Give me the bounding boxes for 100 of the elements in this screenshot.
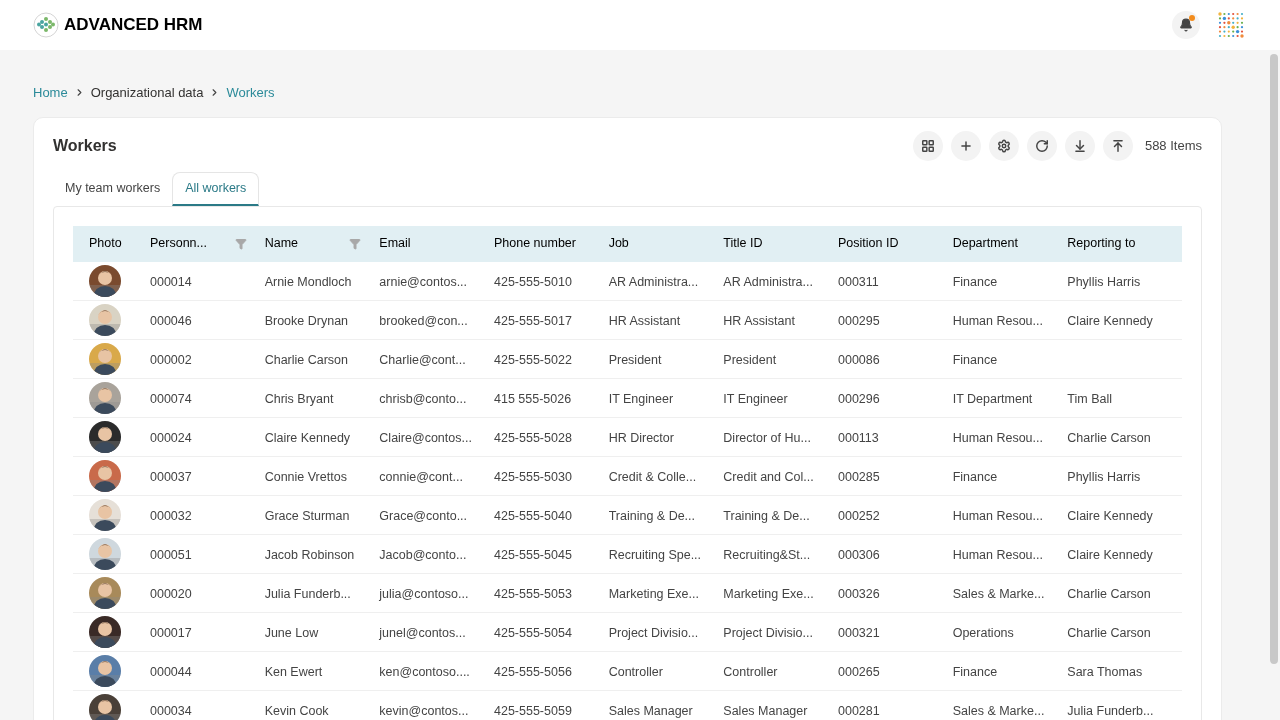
notifications-button[interactable]: [1172, 11, 1200, 39]
column-header[interactable]: Photo: [89, 234, 122, 253]
table-row[interactable]: 000051 Jacob Robinson Jacob@conto... 425-555-5045 Recruiting Spe... Recruiting&St... 000306 Human Resou... Claire Kennedy: [73, 534, 1182, 574]
table-cell: Marketing Exe...: [608, 586, 699, 601]
table-cell: 000034: [150, 703, 192, 718]
table-cell: Operations: [952, 625, 1014, 640]
table-cell: 000252: [838, 508, 880, 523]
table-cell: 000285: [838, 469, 880, 484]
table-cell: 000086: [838, 352, 880, 367]
table-cell: Finance: [952, 274, 998, 289]
table-cell: connie@cont...: [379, 469, 463, 484]
table-row[interactable]: 000046 Brooke Drynan brooked@con... 425-555-5017 HR Assistant HR Assistant 000295 Human Resou... Claire Kennedy: [73, 300, 1182, 340]
table-row[interactable]: 000044 Ken Ewert ken@contoso.... 425-555-5056 Controller Controller 000265 Finance Sara Thomas: [73, 651, 1182, 691]
table-cell: Julia Funderb...: [264, 586, 351, 601]
table-cell: Claire@contos...: [379, 430, 472, 445]
table-cell: Human Resou...: [952, 313, 1043, 328]
table-cell: chrisb@conto...: [379, 391, 467, 406]
table-cell: Charlie Carson: [1067, 430, 1151, 445]
table-cell: 000014: [150, 274, 192, 289]
bell-icon: [1179, 18, 1193, 32]
table-cell: Jacob@conto...: [379, 547, 467, 562]
scrollbar[interactable]: [1270, 54, 1278, 664]
table-row[interactable]: 000074 Chris Bryant chrisb@conto... 415 555-5026 IT Engineer IT Engineer 000296 IT Department Tim Ball: [73, 378, 1182, 418]
table-cell: 425-555-5056: [494, 664, 572, 679]
refresh-button[interactable]: [1026, 130, 1057, 161]
column-header[interactable]: Phone number: [494, 234, 576, 253]
table-row[interactable]: 000014 Arnie Mondloch arnie@contos... 425-555-5010 AR Administra... AR Administra... 000311 Finance Phyllis Harris: [73, 261, 1182, 301]
table-cell: 000020: [150, 586, 192, 601]
table-cell: Recruiting Spe...: [608, 547, 702, 562]
table-cell: June Low: [264, 625, 319, 640]
table-cell: Human Resou...: [952, 547, 1043, 562]
breadcrumb-link[interactable]: Workers: [226, 83, 275, 103]
add-button[interactable]: [950, 130, 981, 161]
table-cell: 000046: [150, 313, 192, 328]
table-cell: Sales & Marke...: [952, 586, 1045, 601]
table-cell: Phyllis Harris: [1067, 274, 1141, 289]
table-row[interactable]: 000020 Julia Funderb... julia@contoso... 425-555-5053 Marketing Exe... Marketing Exe... 000326 Sales & Marke... Charlie Carson: [73, 573, 1182, 613]
table-cell: Jacob Robinson: [264, 547, 355, 562]
settings-button[interactable]: [988, 130, 1019, 161]
column-header[interactable]: Reporting to: [1067, 234, 1136, 253]
table-cell: 425-555-5010: [494, 274, 572, 289]
column-header[interactable]: Email: [379, 234, 411, 253]
table-cell: 425-555-5040: [494, 508, 572, 523]
column-header[interactable]: Department: [952, 234, 1018, 253]
app-name: ADVANCED HRM: [64, 14, 203, 37]
grid-icon: [920, 138, 935, 153]
table-cell: Sales & Marke...: [952, 703, 1045, 718]
download-button[interactable]: [1064, 130, 1095, 161]
table-cell: Grace Sturman: [264, 508, 350, 523]
table-cell: Claire Kennedy: [1067, 313, 1153, 328]
table-cell: Credit and Col...: [723, 469, 814, 484]
table-cell: 425-555-5030: [494, 469, 572, 484]
table-cell: Claire Kennedy: [1067, 547, 1153, 562]
plus-icon: [958, 138, 973, 153]
table-cell: HR Assistant: [723, 313, 795, 328]
column-header[interactable]: Job: [608, 234, 629, 253]
table-cell: Julia Funderb...: [1067, 703, 1154, 718]
table-row[interactable]: 000037 Connie Vrettos connie@cont... 425-555-5030 Credit & Colle... Credit and Col... 000285 Finance Phyllis Harris: [73, 456, 1182, 496]
table-cell: 425-555-5028: [494, 430, 572, 445]
table-row[interactable]: 000002 Charlie Carson Charlie@cont... 425-555-5022 President President 000086 Finance: [73, 339, 1182, 379]
column-header[interactable]: Position ID: [838, 234, 899, 253]
table-cell: Training & De...: [608, 508, 696, 523]
table-cell: IT Department: [952, 391, 1033, 406]
table-row[interactable]: 000032 Grace Sturman Grace@conto... 425-555-5040 Training & De... Training & De... 000252 Human Resou... Claire Kennedy: [73, 495, 1182, 535]
upload-button[interactable]: [1102, 130, 1133, 161]
table-row[interactable]: 000034 Kevin Cook kevin@contos... 425-555-5059 Sales Manager Sales Manager 000281 Sales & Marke... Julia Funderb...: [73, 690, 1182, 720]
table-cell: Director of Hu...: [723, 430, 811, 445]
table-cell: 000295: [838, 313, 880, 328]
table-cell: Connie Vrettos: [264, 469, 347, 484]
table-cell: Chris Bryant: [264, 391, 334, 406]
table-cell: 000326: [838, 586, 880, 601]
table-cell: 000306: [838, 547, 880, 562]
table-row[interactable]: 000024 Claire Kennedy Claire@contos... 425-555-5028 HR Director Director of Hu... 000113 Human Resou... Charlie Carson: [73, 417, 1182, 457]
column-header[interactable]: Title ID: [723, 234, 763, 253]
table-cell: 000074: [150, 391, 192, 406]
column-header[interactable]: Name: [264, 234, 298, 253]
table-cell: 000044: [150, 664, 192, 679]
table-cell: Claire Kennedy: [1067, 508, 1153, 523]
table-cell: 000037: [150, 469, 192, 484]
table-row[interactable]: 000017 June Low junel@contos... 425-555-5054 Project Divisio... Project Divisio... 000321 Operations Charlie Carson: [73, 612, 1182, 652]
upload-icon: [1110, 138, 1125, 153]
table-cell: 000311: [838, 274, 879, 289]
table-cell: 000281: [838, 703, 880, 718]
column-header[interactable]: Personn...: [150, 234, 207, 253]
table-cell: Controller: [723, 664, 778, 679]
table-cell: 425-555-5053: [494, 586, 572, 601]
tab[interactable]: My team workers: [53, 171, 173, 206]
table-cell: AR Administra...: [608, 274, 699, 289]
table-cell: 000032: [150, 508, 192, 523]
table-cell: kevin@contos...: [379, 703, 469, 718]
grid-view-button[interactable]: [912, 130, 943, 161]
table-cell: Project Divisio...: [723, 625, 813, 640]
table-cell: Training & De...: [723, 508, 810, 523]
table-cell: Charlie Carson: [1067, 625, 1151, 640]
profile-logo-icon[interactable]: [1216, 10, 1246, 40]
item-count: 588 Items: [1144, 136, 1202, 155]
logo-icon: [33, 12, 59, 38]
breadcrumb-link[interactable]: Home: [33, 83, 68, 103]
tab[interactable]: All workers: [172, 171, 260, 206]
table-cell: Finance: [952, 469, 998, 484]
